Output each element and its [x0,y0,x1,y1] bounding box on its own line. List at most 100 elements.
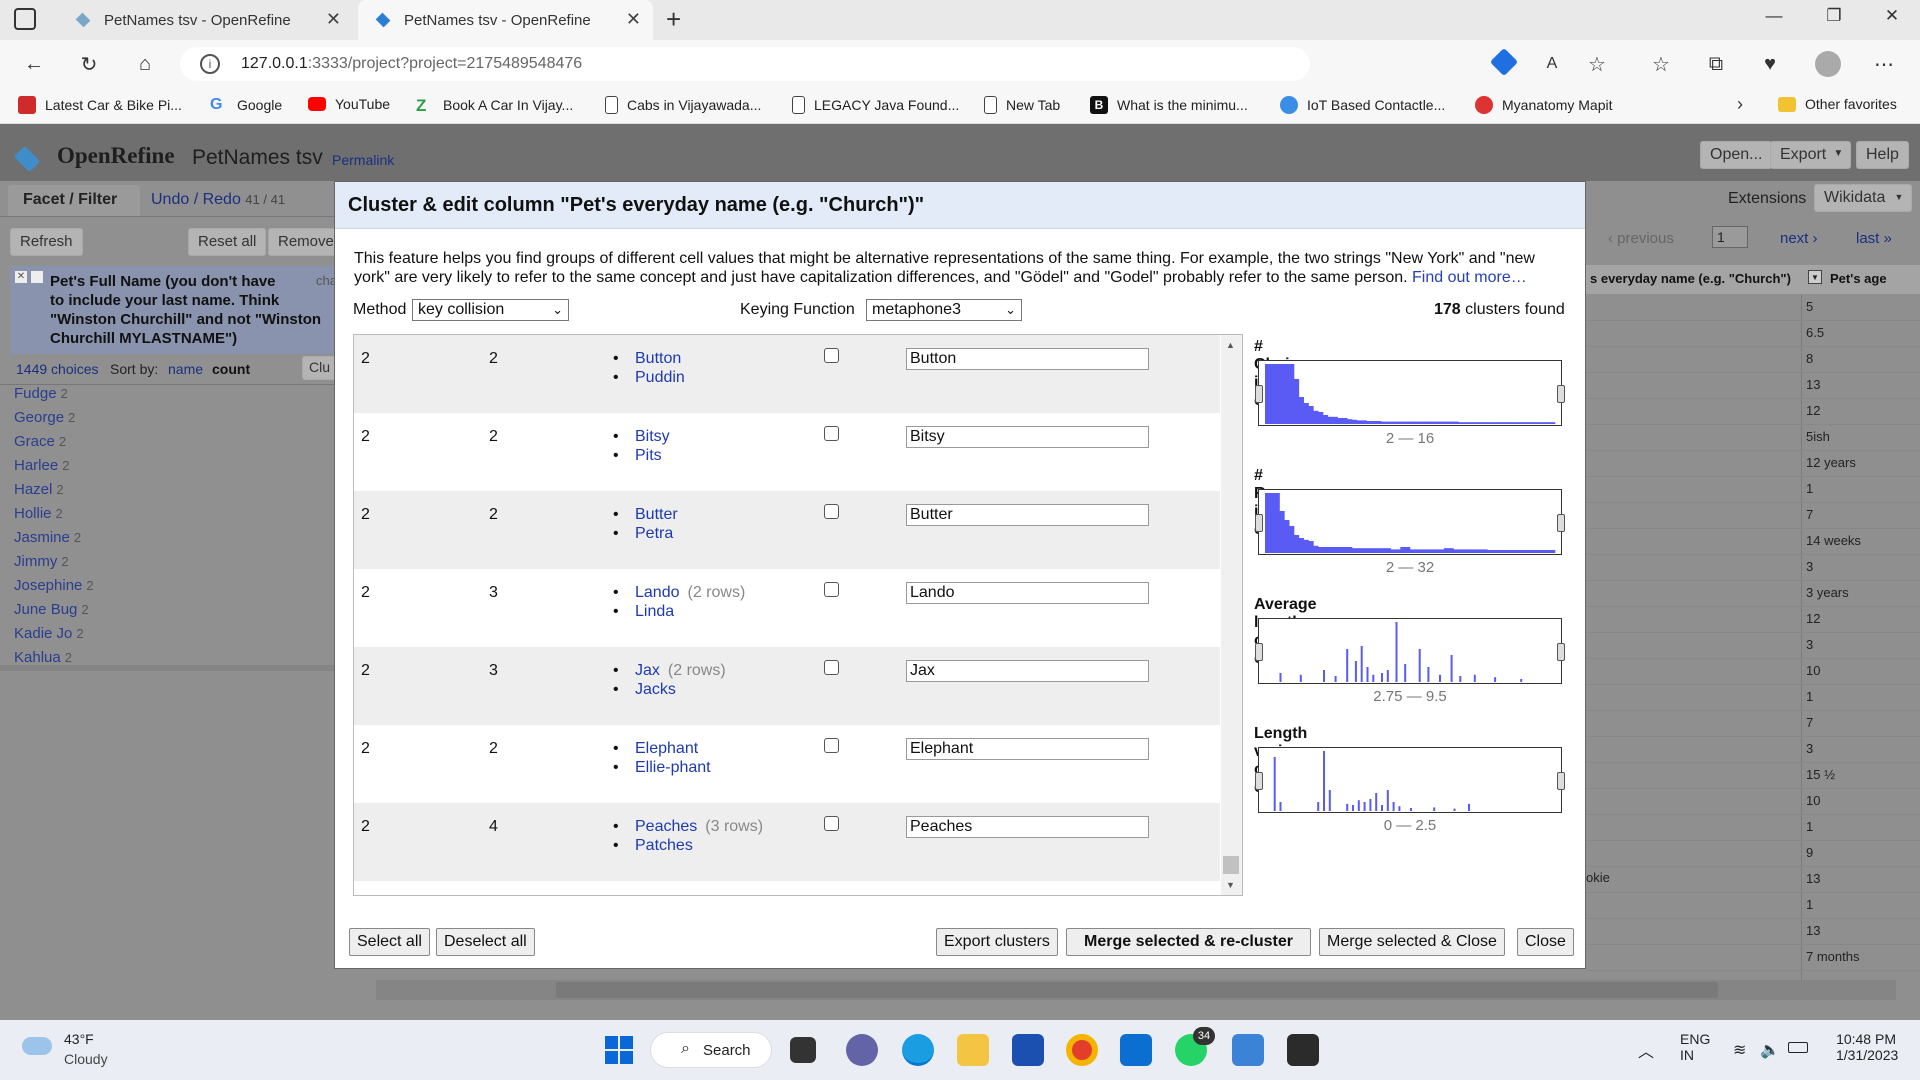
cluster-value[interactable]: Ellie-phant [613,759,710,777]
facet-choice[interactable]: Grace 2 [14,433,66,450]
refresh-icon[interactable]: ↻ [75,50,103,78]
facet-choice[interactable]: Jimmy 2 [14,553,69,570]
histogram-max-handle[interactable] [1557,772,1565,790]
chrome-icon[interactable] [1066,1034,1098,1066]
cluster-value[interactable]: Pits [613,447,661,465]
tab-undo-redo[interactable]: Undo / Redo 41 / 41 [151,191,285,209]
weather-desc[interactable]: Cloudy [64,1051,108,1067]
cluster-value[interactable]: Elephant [613,740,698,758]
merge-checkbox[interactable] [824,426,839,441]
back-icon[interactable]: ← [20,50,48,78]
browser-tab-2-active[interactable]: PetNames tsv - OpenRefine ✕ [358,0,653,40]
task-view-icon[interactable] [790,1037,816,1063]
new-cell-value-input[interactable]: Button [906,348,1149,370]
teams-chat-icon[interactable] [846,1034,878,1066]
tab-facet-filter[interactable]: Facet / Filter [8,185,140,216]
scroll-down-icon[interactable]: ▼ [1226,880,1235,890]
scrollbar-thumb[interactable] [1223,856,1239,874]
home-icon[interactable]: ⌂ [131,50,159,78]
cluster-value[interactable]: Button [613,350,681,368]
windows-start-icon[interactable] [605,1036,633,1064]
refresh-button[interactable]: Refresh [10,228,83,256]
facet-remove-icon[interactable]: ✕ [15,271,27,283]
histogram[interactable] [1255,489,1565,555]
bookmark-9[interactable]: IoT Based Contactle... [1280,96,1445,114]
export-button[interactable]: Export ▼ [1770,141,1852,169]
cluster-value[interactable]: Peaches (3 rows) [613,818,763,836]
edge-icon[interactable] [902,1034,934,1066]
battery-icon[interactable] [1788,1042,1808,1053]
new-tab-button[interactable]: + [666,4,681,35]
tab-actions-icon[interactable] [14,8,36,30]
keying-function-select[interactable]: metaphone3 ⌄ [866,299,1022,321]
more-bookmarks-chevron-icon[interactable]: › [1737,94,1743,115]
wifi-icon[interactable]: ≋ [1733,1040,1746,1060]
column-header-pets-age[interactable]: Pet's age [1830,271,1887,286]
facet-choice[interactable]: June Bug 2 [14,601,89,618]
new-cell-value-input[interactable]: Butter [906,504,1149,526]
facet-choice[interactable]: Fudge 2 [14,385,68,402]
cluster-value[interactable]: Petra [613,525,673,543]
histogram-min-handle[interactable] [1255,643,1263,661]
window-close-icon[interactable]: ✕ [1872,6,1912,26]
facet-choice[interactable]: Josephine 2 [14,577,94,594]
file-explorer-icon[interactable] [957,1034,989,1066]
histogram[interactable] [1255,618,1565,684]
new-cell-value-input[interactable]: Bitsy [906,426,1149,448]
select-all-button[interactable]: Select all [349,928,430,956]
new-cell-value-input[interactable]: Peaches [906,816,1149,838]
column-header-everyday-name[interactable]: s everyday name (e.g. "Church") [1590,271,1791,286]
merge-checkbox[interactable] [824,582,839,597]
bookmark-4[interactable]: Z Book A Car In Vijay... [416,96,573,115]
bookmark-8[interactable]: B What is the minimu... [1090,96,1248,114]
histogram-max-handle[interactable] [1557,385,1565,403]
close-button[interactable]: Close [1517,928,1574,956]
performance-icon[interactable]: ♥ [1756,50,1784,78]
histogram-min-handle[interactable] [1255,385,1263,403]
histogram-min-handle[interactable] [1255,772,1263,790]
more-menu-icon[interactable]: ⋯ [1870,50,1898,78]
facet-choice[interactable]: Jasmine 2 [14,529,81,546]
cluster-value[interactable]: Butter [613,506,678,524]
histogram-max-handle[interactable] [1557,514,1565,532]
cluster-value[interactable]: Lando (2 rows) [613,584,745,602]
sort-by-count[interactable]: count [212,361,250,377]
collections-icon[interactable]: ⧉ [1702,50,1730,78]
facet-choice[interactable]: Hollie 2 [14,505,63,522]
close-tab-icon[interactable]: ✕ [626,9,641,30]
merge-close-button[interactable]: Merge selected & Close [1319,928,1505,956]
permalink-link[interactable]: Permalink [332,152,394,168]
cluster-table-scrollbar[interactable] [1221,335,1242,895]
facet-choice[interactable]: Kahlua 2 [14,649,72,666]
weather-temp[interactable]: 43°F [64,1031,94,1047]
histogram[interactable] [1255,360,1565,426]
merge-checkbox[interactable] [824,738,839,753]
cluster-value[interactable]: Jacks [613,681,676,699]
bookmark-1[interactable]: Latest Car & Bike Pi... [18,96,182,114]
bookmark-5[interactable]: Cabs in Vijayawada... [605,96,761,114]
reset-all-button[interactable]: Reset all [188,228,267,256]
histogram-max-handle[interactable] [1557,643,1565,661]
minimize-icon[interactable]: — [1754,6,1794,26]
next-page-link[interactable]: next › [1780,230,1818,247]
other-favorites[interactable]: Other favorites [1778,96,1897,112]
facet-choice[interactable]: Kadie Jo 2 [14,625,84,642]
facet-choice[interactable]: George 2 [14,409,75,426]
scrollbar-thumb[interactable] [556,982,1718,998]
merge-recluster-button[interactable]: Merge selected & re-cluster [1066,928,1311,956]
facet-choice[interactable]: Hazel 2 [14,481,64,498]
histogram[interactable] [1255,747,1565,813]
merge-checkbox[interactable] [824,348,839,363]
cloud-icon[interactable] [22,1037,52,1055]
deselect-all-button[interactable]: Deselect all [436,928,535,956]
bookmark-3[interactable]: YouTube [308,96,390,112]
project-name[interactable]: PetNames tsv [192,146,323,170]
sort-by-name-link[interactable]: name [168,361,203,377]
new-cell-value-input[interactable]: Lando [906,582,1149,604]
mail-icon[interactable] [1120,1034,1152,1066]
help-button[interactable]: Help [1856,141,1909,169]
merge-checkbox[interactable] [824,504,839,519]
facet-choice[interactable]: Harlee 2 [14,457,69,474]
bookmark-2[interactable]: G Google [210,96,282,114]
wikidata-menu[interactable]: Wikidata ▼ [1814,184,1913,212]
